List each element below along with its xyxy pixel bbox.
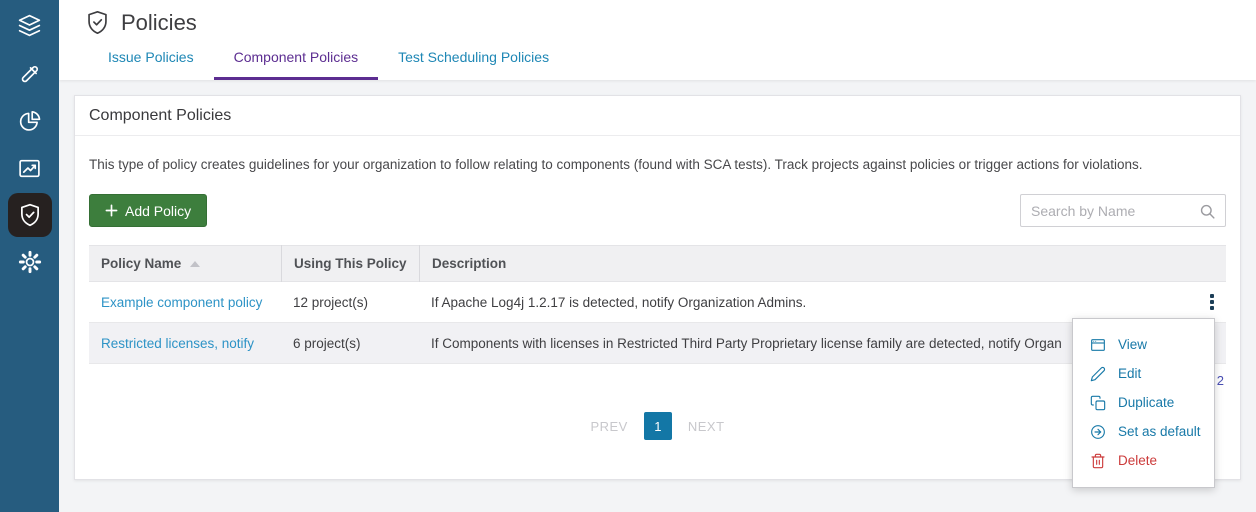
search-icon bbox=[1198, 202, 1217, 221]
sidebar-item-tests[interactable] bbox=[16, 60, 44, 88]
topbar: Policies Issue Policies Component Polici… bbox=[59, 0, 1256, 80]
current-page-button[interactable]: 1 bbox=[644, 412, 672, 440]
table-row: Example component policy 12 project(s) I… bbox=[89, 282, 1226, 323]
tab-component-policies[interactable]: Component Policies bbox=[214, 49, 379, 80]
tab-bar: Issue Policies Component Policies Test S… bbox=[88, 49, 569, 80]
policy-name-link[interactable]: Example component policy bbox=[101, 295, 262, 310]
policy-description: If Apache Log4j 1.2.17 is detected, noti… bbox=[419, 295, 1198, 310]
policy-name-link[interactable]: Restricted licenses, notify bbox=[101, 336, 254, 351]
sidebar-item-layers[interactable] bbox=[16, 11, 44, 39]
prev-page-button[interactable]: PREV bbox=[590, 419, 627, 434]
page-head: Policies bbox=[84, 9, 197, 36]
column-header-description[interactable]: Description bbox=[419, 245, 1198, 282]
plus-icon bbox=[105, 204, 118, 217]
search-input[interactable] bbox=[1021, 195, 1225, 226]
sidebar-item-settings[interactable] bbox=[16, 248, 44, 276]
menu-item-delete[interactable]: Delete bbox=[1073, 446, 1214, 475]
using-this-policy-value: 6 project(s) bbox=[281, 336, 419, 351]
row-actions-kebab-icon[interactable] bbox=[1206, 290, 1218, 314]
duplicate-icon bbox=[1090, 395, 1106, 411]
tab-test-scheduling-policies[interactable]: Test Scheduling Policies bbox=[378, 49, 569, 80]
table-row: Restricted licenses, notify 6 project(s)… bbox=[89, 323, 1226, 364]
sidebar-item-policies[interactable] bbox=[8, 193, 52, 237]
add-policy-button[interactable]: Add Policy bbox=[89, 194, 207, 227]
pagination: PREV 1 NEXT bbox=[75, 412, 1240, 440]
table-header-row: Policy Name Using This Policy Descriptio… bbox=[89, 245, 1226, 282]
sort-ascending-icon[interactable] bbox=[190, 261, 200, 267]
shield-check-icon bbox=[84, 9, 111, 36]
using-this-policy-value: 12 project(s) bbox=[281, 295, 419, 310]
delete-icon bbox=[1090, 453, 1106, 469]
menu-item-view[interactable]: View bbox=[1073, 330, 1214, 359]
edit-icon bbox=[1090, 366, 1106, 382]
shield-check-icon bbox=[17, 202, 43, 228]
toolbar: Add Policy bbox=[75, 194, 1240, 227]
component-policies-card: Component Policies This type of policy c… bbox=[74, 95, 1241, 480]
test-tube-icon bbox=[17, 62, 42, 87]
pie-chart-icon bbox=[17, 109, 42, 134]
menu-item-edit[interactable]: Edit bbox=[1073, 359, 1214, 388]
sidebar-item-reports[interactable] bbox=[16, 107, 44, 135]
page-title: Policies bbox=[121, 10, 197, 36]
card-title: Component Policies bbox=[75, 96, 1240, 136]
next-page-button[interactable]: NEXT bbox=[688, 419, 725, 434]
row-actions-context-menu: View Edit Duplicate Set as default bbox=[1072, 318, 1215, 488]
column-header-using-this-policy[interactable]: Using This Policy bbox=[281, 245, 419, 282]
menu-item-duplicate[interactable]: Duplicate bbox=[1073, 388, 1214, 417]
view-icon bbox=[1090, 337, 1106, 353]
search-box bbox=[1020, 194, 1226, 227]
menu-item-set-as-default[interactable]: Set as default bbox=[1073, 417, 1214, 446]
tab-issue-policies[interactable]: Issue Policies bbox=[88, 49, 214, 80]
line-chart-icon bbox=[17, 156, 42, 181]
card-description: This type of policy creates guidelines f… bbox=[75, 156, 1240, 174]
add-policy-label: Add Policy bbox=[125, 203, 191, 219]
sidebar-item-analytics[interactable] bbox=[16, 154, 44, 182]
gear-icon bbox=[17, 249, 43, 275]
column-header-policy-name[interactable]: Policy Name bbox=[89, 256, 281, 271]
policies-table: Policy Name Using This Policy Descriptio… bbox=[89, 245, 1226, 364]
layers-icon bbox=[17, 13, 42, 38]
set-default-icon bbox=[1090, 424, 1106, 440]
sidebar bbox=[0, 0, 59, 512]
